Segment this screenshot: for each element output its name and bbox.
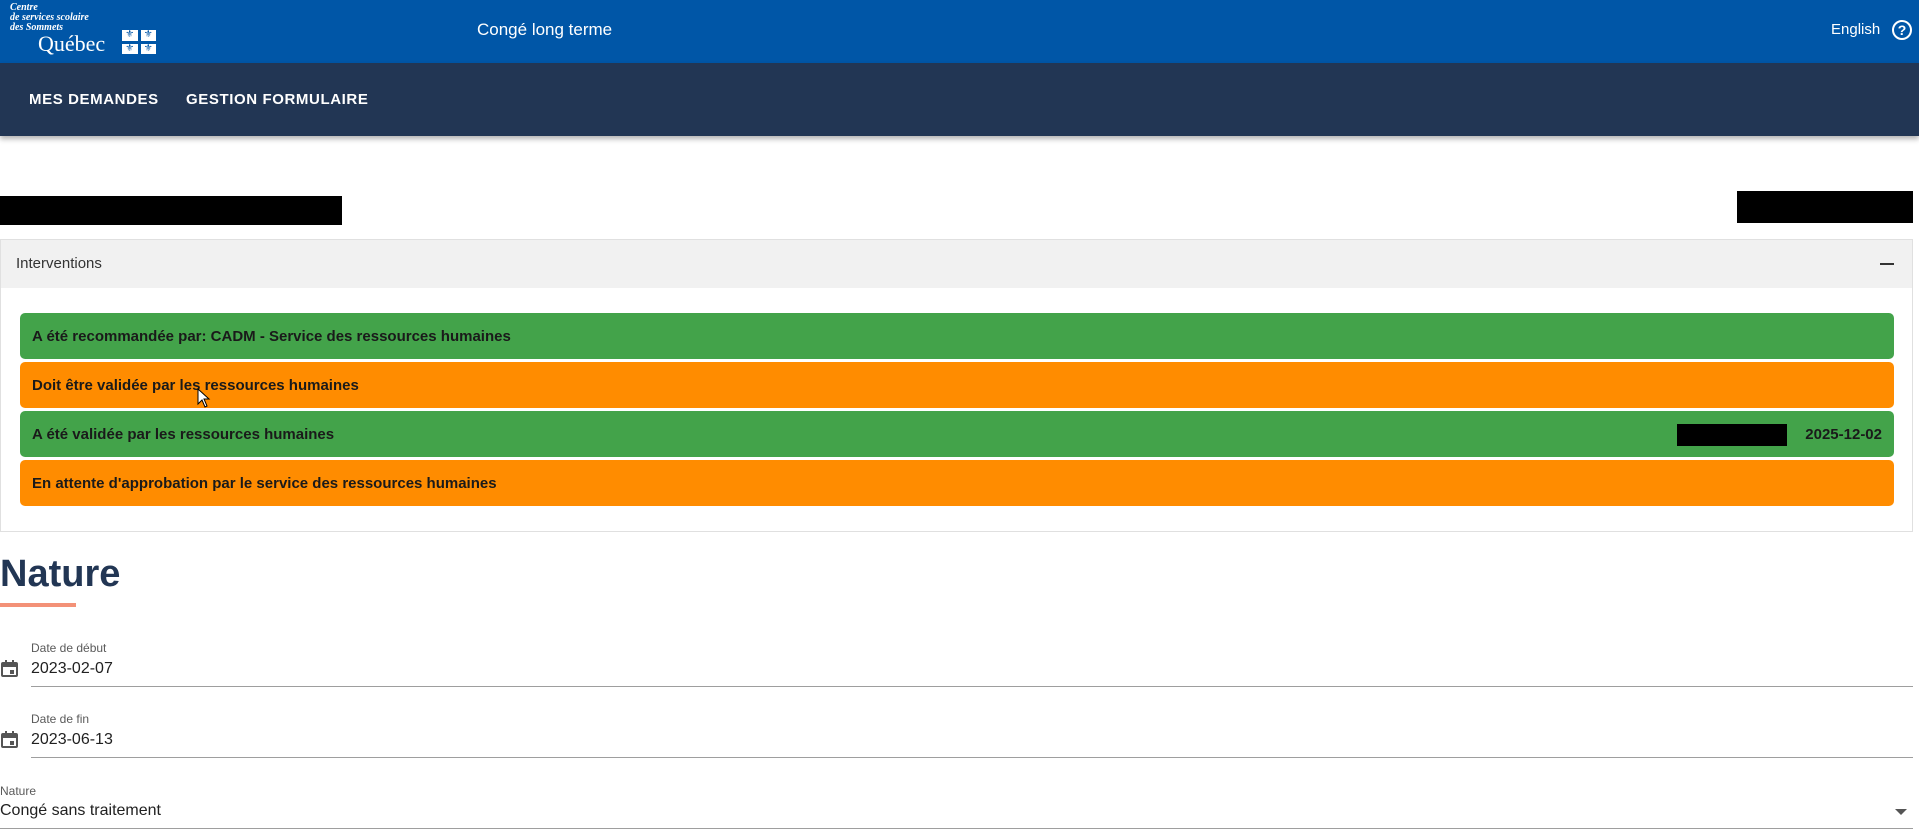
nature-label: Nature bbox=[0, 784, 37, 798]
intervention-text: En attente d'approbation par le service … bbox=[32, 475, 497, 492]
start-date-label: Date de début bbox=[31, 641, 107, 655]
help-circle-icon[interactable]: ? bbox=[1892, 20, 1912, 40]
mouse-cursor-icon bbox=[197, 388, 211, 408]
intervention-row: En attente d'approbation par le service … bbox=[20, 460, 1894, 506]
main-nav: MES DEMANDES GESTION FORMULAIRE bbox=[0, 63, 1919, 136]
intervention-row: A été recommandée par: CADM - Service de… bbox=[20, 313, 1894, 359]
interventions-panel: Interventions A été recommandée par: CAD… bbox=[0, 239, 1913, 532]
nature-underline bbox=[0, 828, 1913, 829]
minus-icon[interactable] bbox=[1880, 263, 1894, 265]
intervention-text: A été recommandée par: CADM - Service de… bbox=[32, 328, 511, 345]
intervention-row: A été validée par les ressources humaine… bbox=[20, 411, 1894, 457]
fleurdelise-flag-icon: ⚜ ⚜ ⚜ ⚜ bbox=[122, 30, 156, 54]
language-toggle-link[interactable]: English bbox=[1831, 21, 1880, 38]
section-title-nature: Nature bbox=[0, 553, 121, 595]
intervention-row: Doit être validée par les ressources hum… bbox=[20, 362, 1894, 408]
chevron-down-icon[interactable] bbox=[1895, 809, 1907, 815]
calendar-icon[interactable] bbox=[1, 731, 18, 748]
intervention-date: 2025-12-02 bbox=[1805, 426, 1882, 443]
end-date-label: Date de fin bbox=[31, 712, 90, 726]
nav-gestion-formulaire[interactable]: GESTION FORMULAIRE bbox=[186, 91, 368, 108]
end-date-underline bbox=[31, 757, 1913, 758]
start-date-input[interactable]: 2023-02-07 bbox=[31, 660, 113, 678]
start-date-underline bbox=[31, 686, 1913, 687]
nature-selected-value[interactable]: Congé sans traitement bbox=[0, 802, 161, 820]
nav-mes-demandes[interactable]: MES DEMANDES bbox=[29, 91, 159, 108]
calendar-icon[interactable] bbox=[1, 660, 18, 677]
end-date-input[interactable]: 2023-06-13 bbox=[31, 731, 113, 749]
section-title-underline bbox=[0, 603, 76, 607]
quebec-logo[interactable]: Centre de services scolaire des Sommets … bbox=[10, 3, 160, 59]
start-date-field[interactable]: Date de début 2023-02-07 bbox=[0, 640, 1913, 688]
logo-organization: Centre de services scolaire des Sommets bbox=[10, 2, 89, 33]
intervention-text: Doit être validée par les ressources hum… bbox=[32, 377, 359, 394]
redacted-validator-name bbox=[1677, 424, 1787, 446]
intervention-text: A été validée par les ressources humaine… bbox=[32, 426, 335, 443]
interventions-title: Interventions bbox=[16, 255, 102, 272]
end-date-field[interactable]: Date de fin 2023-06-13 bbox=[0, 711, 1913, 759]
app-title: Congé long terme bbox=[477, 20, 613, 39]
interventions-panel-header[interactable]: Interventions bbox=[1, 240, 1912, 288]
redacted-page-heading bbox=[0, 196, 342, 225]
nature-select[interactable]: Nature Congé sans traitement bbox=[0, 783, 1913, 831]
logo-province: Québec bbox=[38, 31, 106, 56]
redacted-header-info bbox=[1737, 191, 1913, 223]
top-header: Centre de services scolaire des Sommets … bbox=[0, 0, 1919, 63]
